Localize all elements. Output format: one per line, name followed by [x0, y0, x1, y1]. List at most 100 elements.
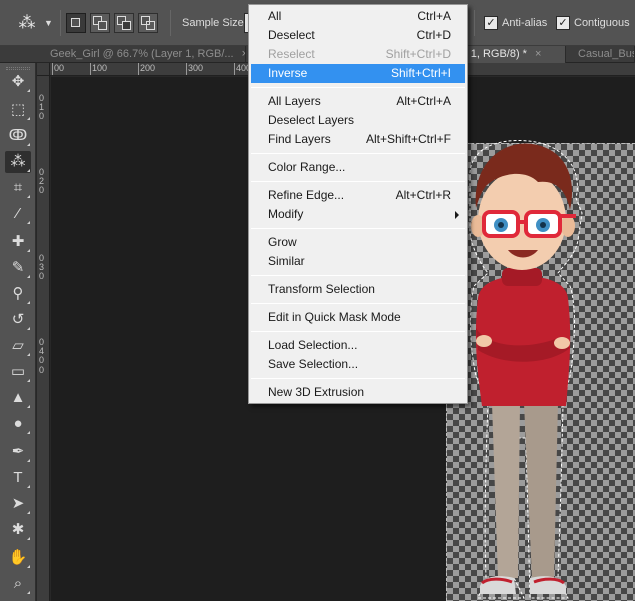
ruler-tick-label: 100 — [92, 63, 108, 73]
flyout-indicator — [27, 301, 30, 304]
eyedropper-tool-icon[interactable]: ⁄ — [5, 203, 31, 225]
magic-wand-tool-icon[interactable]: ⁂ — [5, 151, 31, 173]
subtract-from-selection-button[interactable] — [114, 13, 134, 33]
flyout-indicator — [27, 249, 30, 252]
ruler-origin[interactable] — [37, 63, 50, 76]
add-to-selection-button[interactable] — [90, 13, 110, 33]
menu-separator — [251, 378, 465, 379]
history-brush-tool-icon[interactable]: ↺ — [5, 309, 31, 331]
vertical-ruler[interactable]: 0100200300400 — [37, 76, 50, 601]
menu-item-all[interactable]: All Ctrl+A — [251, 7, 465, 26]
flyout-indicator — [27, 143, 30, 146]
menu-separator — [251, 303, 465, 304]
tool-preset-chevron-down-icon[interactable]: ▼ — [44, 16, 54, 30]
menu-item-shortcut: Alt+Ctrl+R — [395, 188, 451, 202]
menu-item-edit-in-quick-mask-mode[interactable]: Edit in Quick Mask Mode — [251, 308, 465, 327]
zoom-tool-icon[interactable]: ⌕ — [5, 573, 31, 595]
tab-casual-business[interactable]: Casual_Bus — [566, 46, 635, 63]
type-tool-icon[interactable]: T — [5, 467, 31, 489]
new-selection-button[interactable] — [66, 13, 86, 33]
ruler-tick-label: 300 — [188, 63, 204, 73]
menu-item-modify[interactable]: Modify — [251, 205, 465, 224]
eraser-tool-icon[interactable]: ▱ — [5, 335, 31, 357]
menu-item-label: Deselect — [268, 28, 315, 42]
ruler-tick-label: 200 — [140, 63, 156, 73]
menu-item-inverse[interactable]: Inverse Shift+Ctrl+I — [251, 64, 465, 83]
anti-alias-label: Anti-alias — [502, 17, 548, 29]
gradient-tool-icon[interactable]: ▭ — [5, 361, 31, 383]
menu-item-grow[interactable]: Grow — [251, 233, 465, 252]
right-ear — [561, 215, 575, 237]
flyout-indicator — [27, 379, 30, 382]
contiguous-checkbox[interactable]: ✓ — [556, 16, 570, 30]
close-icon[interactable]: × — [535, 48, 541, 60]
intersect-selection-button[interactable] — [138, 13, 158, 33]
menu-item-shortcut: Ctrl+D — [416, 28, 451, 42]
ruler-tick — [138, 63, 139, 75]
menu-item-save-selection[interactable]: Save Selection... — [251, 355, 465, 374]
marquee-tool-icon[interactable]: ⬚ — [5, 99, 31, 121]
glasses-temple — [560, 214, 576, 218]
flyout-indicator — [27, 485, 30, 488]
brush-tool-icon[interactable]: ✎ — [5, 257, 31, 279]
menu-separator — [251, 153, 465, 154]
dodge-tool-icon[interactable]: ● — [5, 413, 31, 435]
menu-item-label: All Layers — [268, 94, 321, 108]
path-selection-tool-icon[interactable]: ➤ — [5, 493, 31, 515]
panel-grip[interactable] — [6, 67, 30, 70]
turtleneck-collar — [502, 268, 542, 286]
menu-item-load-selection[interactable]: Load Selection... — [251, 336, 465, 355]
flyout-indicator — [27, 511, 30, 514]
menu-item-label: Modify — [268, 207, 304, 221]
menu-separator — [251, 87, 465, 88]
right-hand — [554, 337, 570, 349]
subtract-selection-icon-overlap — [122, 21, 131, 30]
flyout-indicator — [27, 89, 30, 92]
glasses-bridge — [516, 220, 528, 224]
crop-tool-icon[interactable]: ⌗ — [5, 177, 31, 199]
add-selection-icon-overlap — [98, 21, 107, 30]
menu-separator — [251, 228, 465, 229]
cartoon-boy-illustration — [469, 139, 583, 599]
custom-shape-tool-icon[interactable]: ✱ — [5, 519, 31, 541]
menu-item-deselect-layers[interactable]: Deselect Layers — [251, 111, 465, 130]
lasso-tool-icon[interactable]: ↂ — [5, 125, 31, 147]
ruler-tick-label: 0 — [39, 185, 45, 195]
tab-geek-girl[interactable]: Geek_Girl @ 66.7% (Layer 1, RGB/... × — [38, 46, 246, 63]
menu-item-label: All — [268, 9, 282, 23]
menu-item-refine-edge[interactable]: Refine Edge... Alt+Ctrl+R — [251, 186, 465, 205]
menu-item-all-layers[interactable]: All Layers Alt+Ctrl+A — [251, 92, 465, 111]
ruler-tick — [90, 63, 91, 75]
left-leg — [492, 403, 520, 578]
menu-item-label: Transform Selection — [268, 282, 375, 296]
menu-item-color-range[interactable]: Color Range... — [251, 158, 465, 177]
menu-separator — [251, 181, 465, 182]
healing-brush-tool-icon[interactable]: ✚ — [5, 231, 31, 253]
menu-item-transform-selection[interactable]: Transform Selection — [251, 280, 465, 299]
clone-stamp-tool-icon[interactable]: ⚲ — [5, 283, 31, 305]
menu-item-deselect[interactable]: Deselect Ctrl+D — [251, 26, 465, 45]
flyout-indicator — [27, 459, 30, 462]
move-tool-icon[interactable]: ✥ — [5, 71, 31, 93]
close-icon[interactable]: × — [242, 48, 245, 60]
flyout-indicator — [27, 353, 30, 356]
ruler-tick-label: 0 — [39, 111, 45, 121]
menu-item-find-layers[interactable]: Find Layers Alt+Shift+Ctrl+F — [251, 130, 465, 149]
menu-item-similar[interactable]: Similar — [251, 252, 465, 271]
magic-wand-preset-icon[interactable]: ⁂ — [16, 12, 38, 34]
anti-alias-checkbox[interactable]: ✓ — [484, 16, 498, 30]
ruler-tick — [186, 63, 187, 75]
pen-tool-icon[interactable]: ✒ — [5, 441, 31, 463]
menu-item-label: Edit in Quick Mask Mode — [268, 310, 401, 324]
flyout-indicator — [27, 327, 30, 330]
menu-item-new-3d-extrusion[interactable]: New 3D Extrusion — [251, 383, 465, 402]
anti-alias-option[interactable]: ✓ Anti-alias — [484, 15, 547, 31]
flyout-indicator — [27, 537, 30, 540]
menu-item-reselect[interactable]: Reselect Shift+Ctrl+D — [251, 45, 465, 64]
ruler-tick — [52, 63, 53, 75]
hand-tool-icon[interactable]: ✋ — [5, 547, 31, 569]
contiguous-option[interactable]: ✓ Contiguous — [556, 15, 630, 31]
menu-item-label: New 3D Extrusion — [268, 385, 365, 399]
blur-tool-icon[interactable]: ▲ — [5, 387, 31, 409]
submenu-arrow-icon — [455, 211, 459, 219]
